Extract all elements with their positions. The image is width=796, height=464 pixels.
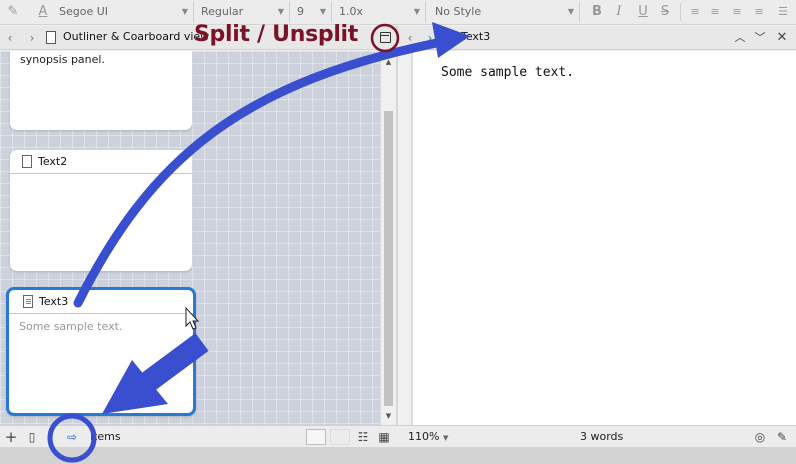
- chevron-down-icon: ▼: [277, 7, 284, 16]
- chevron-down-icon[interactable]: ﹀: [752, 30, 768, 46]
- font-size-select[interactable]: 9 ▼: [292, 2, 332, 22]
- font-family-select[interactable]: Segoe UI ▼: [54, 2, 194, 22]
- editor-page[interactable]: Some sample text.: [412, 51, 796, 425]
- corkboard-view-icon[interactable]: [306, 429, 326, 445]
- close-icon[interactable]: ✕: [774, 30, 790, 46]
- card-synopsis: synopsis panel.: [20, 53, 105, 66]
- font-family-value: Segoe UI: [59, 5, 109, 18]
- align-right-icon[interactable]: ≡: [750, 3, 768, 21]
- editor-margin: [398, 51, 412, 425]
- scroll-up-icon[interactable]: ▲: [381, 55, 396, 69]
- chevron-down-icon: ▼: [442, 434, 449, 442]
- card-divider: [10, 173, 192, 174]
- add-document-icon[interactable]: ▯: [24, 429, 40, 445]
- back-arrow-icon[interactable]: ‹: [2, 29, 18, 47]
- word-count: 3 words: [580, 430, 624, 443]
- item-count-label: items: [90, 430, 121, 443]
- document-icon: [22, 155, 32, 168]
- align-left-icon[interactable]: ≡: [686, 3, 704, 21]
- bold-button[interactable]: B: [588, 3, 606, 21]
- strikethrough-button[interactable]: S: [656, 3, 674, 21]
- add-icon[interactable]: +: [3, 429, 19, 445]
- card-synopsis: Some sample text.: [19, 320, 123, 333]
- left-pane-footer: + ▯ ⇨ items ☷ ▦: [0, 425, 397, 447]
- right-pane-header: ‹ › Text3 ︿ ﹀ ✕: [398, 26, 796, 50]
- zoom-value: 110%: [408, 430, 440, 443]
- index-card[interactable]: synopsis panel.: [10, 51, 192, 130]
- text-document-icon: [445, 31, 455, 44]
- editor-pane: Some sample text.: [398, 51, 796, 425]
- right-pane-footer: 110% ▼ 3 words ◎ ✎: [398, 425, 796, 447]
- font-style-select[interactable]: Regular ▼: [196, 2, 290, 22]
- corkboard: synopsis panel. Text2 Text3 Some sample …: [0, 51, 380, 425]
- notes-icon[interactable]: ✎: [774, 429, 790, 445]
- split-unsplit-label: Split / Unsplit: [194, 22, 359, 47]
- target-icon[interactable]: ◎: [752, 429, 768, 445]
- pencil-icon[interactable]: ✎: [4, 3, 22, 21]
- document-title[interactable]: Text3: [461, 30, 490, 43]
- paragraph-style-select[interactable]: No Style ▼: [430, 2, 580, 22]
- view-title[interactable]: Outliner & Coarboard view: [63, 30, 209, 43]
- window-bottom-edge: [0, 447, 796, 464]
- scrollbar-thumb[interactable]: [384, 111, 393, 406]
- chevron-down-icon: ▼: [319, 7, 326, 16]
- chevron-up-icon[interactable]: ︿: [732, 30, 748, 46]
- card-divider: [9, 313, 193, 314]
- chevron-down-icon: ▼: [413, 7, 420, 16]
- text-document-icon: [23, 295, 33, 308]
- line-spacing-value: 1.0x: [339, 5, 364, 18]
- card-title: Text3: [39, 295, 69, 308]
- corkboard-scrollbar[interactable]: ▲ ▼: [380, 51, 396, 425]
- auto-load-icon[interactable]: ⇨: [64, 429, 80, 445]
- align-justify-icon[interactable]: ≡: [728, 3, 746, 21]
- card-title: Text2: [38, 155, 68, 168]
- back-arrow-icon[interactable]: ‹: [402, 29, 418, 47]
- underline-button[interactable]: U: [634, 3, 652, 21]
- split-toggle-button[interactable]: [380, 32, 391, 43]
- freeform-view-icon[interactable]: [330, 429, 350, 445]
- scroll-down-icon[interactable]: ▼: [381, 409, 396, 423]
- grid-view-icon[interactable]: ▦: [376, 429, 392, 445]
- chevron-down-icon: ▼: [181, 7, 188, 16]
- index-card-selected[interactable]: Text3 Some sample text.: [6, 287, 196, 416]
- document-icon: [46, 31, 56, 44]
- label-view-icon[interactable]: ☷: [355, 429, 371, 445]
- align-center-icon[interactable]: ≡: [706, 3, 724, 21]
- forward-arrow-icon[interactable]: ›: [422, 29, 438, 47]
- index-card[interactable]: Text2: [10, 150, 192, 271]
- scrivener-window: ✎ A Segoe UI ▼ Regular ▼ 9 ▼ 1.0x ▼ No Style…: [0, 0, 796, 464]
- font-size-value: 9: [297, 5, 304, 18]
- chevron-down-icon: ▼: [567, 7, 574, 16]
- paragraph-style-value: No Style: [435, 5, 482, 18]
- list-icon[interactable]: ☰: [774, 3, 792, 21]
- italic-button[interactable]: I: [610, 3, 628, 21]
- font-style-value: Regular: [201, 5, 244, 18]
- line-spacing-select[interactable]: 1.0x ▼: [334, 2, 426, 22]
- format-toolbar: ✎ A Segoe UI ▼ Regular ▼ 9 ▼ 1.0x ▼ No Style…: [0, 0, 796, 25]
- zoom-select[interactable]: 110% ▼: [408, 430, 448, 443]
- text-color-icon[interactable]: A: [34, 3, 52, 21]
- toolbar-divider: [680, 3, 681, 21]
- forward-arrow-icon[interactable]: ›: [24, 29, 40, 47]
- editor-text[interactable]: Some sample text.: [441, 65, 574, 80]
